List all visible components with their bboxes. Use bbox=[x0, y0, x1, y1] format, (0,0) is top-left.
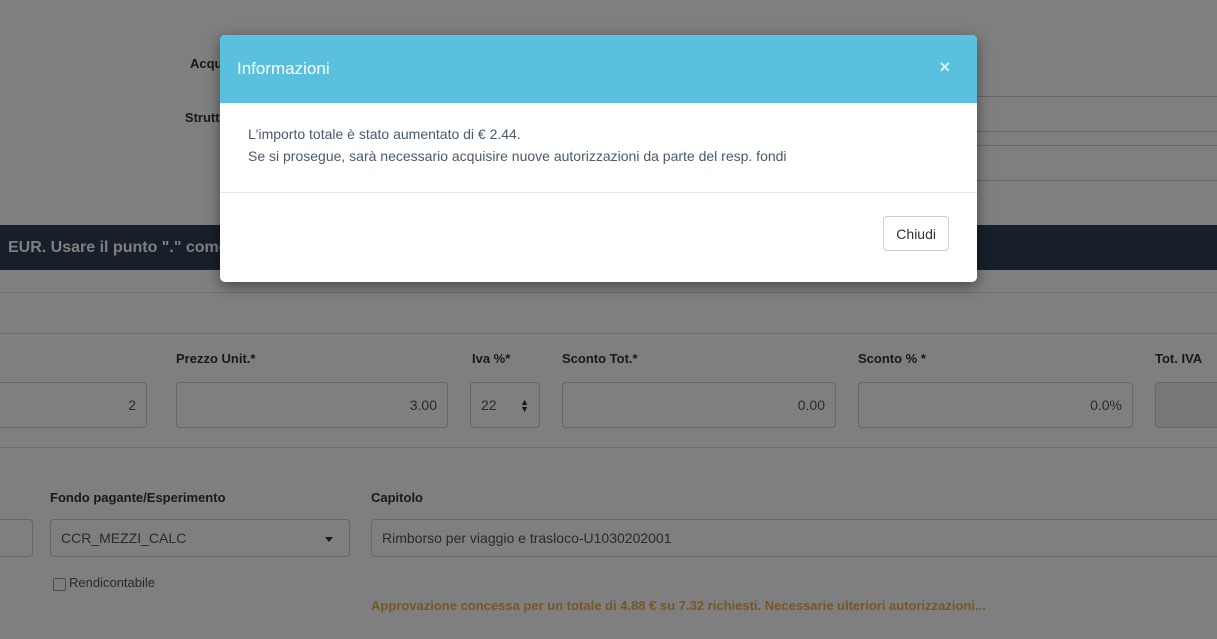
modal-header: Informazioni × bbox=[220, 35, 977, 103]
modal-title: Informazioni bbox=[237, 59, 330, 78]
modal-message-line-2: Se si prosegue, sarà necessario acquisir… bbox=[248, 148, 787, 164]
close-icon[interactable]: × bbox=[939, 57, 950, 78]
info-modal: Informazioni × L'importo totale è stato … bbox=[220, 35, 977, 282]
modal-body: L'importo totale è stato aumentato di € … bbox=[220, 103, 977, 192]
modal-footer: Chiudi bbox=[220, 193, 977, 282]
page: Acquisto Di Beni Struttura Pagante Valut… bbox=[0, 0, 1217, 639]
close-button[interactable]: Chiudi bbox=[883, 216, 949, 251]
modal-message-line-1: L'importo totale è stato aumentato di € … bbox=[248, 126, 521, 142]
